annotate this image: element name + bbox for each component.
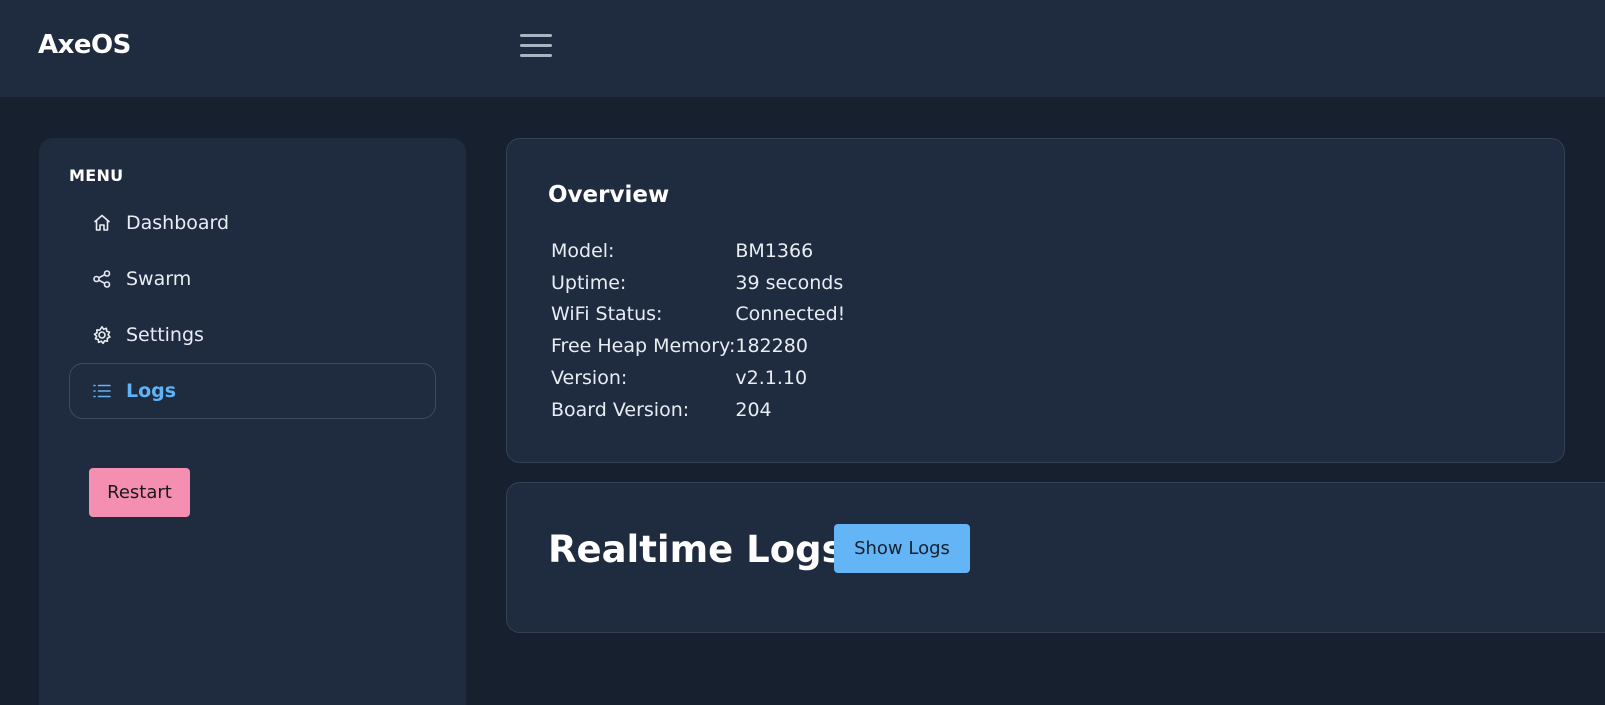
model-label: Model:: [551, 239, 615, 262]
overview-title: Overview: [548, 182, 670, 208]
sidebar-item-settings[interactable]: Settings: [69, 307, 436, 363]
sidebar-nav: Dashboard Swarm Settings Logs: [69, 195, 436, 419]
table-row: WiFi Status: Connected!: [551, 299, 845, 331]
table-row: Uptime: 39 seconds: [551, 267, 845, 299]
overview-card: Overview Model: BM1366 Uptime: 39 second…: [506, 138, 1565, 463]
free-heap-value: 182280: [735, 335, 808, 358]
sidebar-item-label: Swarm: [126, 268, 192, 290]
table-row: Board Version: 204: [551, 394, 845, 426]
overview-table: Model: BM1366 Uptime: 39 seconds WiFi St…: [551, 235, 845, 426]
wifi-status-label: WiFi Status:: [551, 303, 663, 326]
board-version-label: Board Version:: [551, 398, 690, 421]
sidebar-item-swarm[interactable]: Swarm: [69, 251, 436, 307]
sidebar-item-label: Logs: [126, 380, 177, 402]
menu-title: MENU: [69, 166, 124, 185]
version-value: v2.1.10: [735, 367, 808, 390]
sidebar-item-dashboard[interactable]: Dashboard: [69, 195, 436, 251]
hamburger-icon[interactable]: [520, 34, 552, 60]
free-heap-label: Free Heap Memory:: [551, 335, 736, 358]
table-row: Free Heap Memory: 182280: [551, 330, 845, 362]
model-value: BM1366: [735, 239, 814, 262]
uptime-label: Uptime:: [551, 271, 627, 294]
sidebar-item-label: Dashboard: [126, 212, 230, 234]
list-icon: [91, 380, 113, 402]
gear-icon: [91, 324, 113, 346]
version-label: Version:: [551, 367, 628, 390]
sidebar: MENU Dashboard Swarm Settings Logs Resta…: [39, 138, 466, 705]
realtime-logs-card: Realtime Logs Show Logs: [506, 482, 1605, 633]
restart-button[interactable]: Restart: [89, 468, 190, 517]
table-row: Model: BM1366: [551, 235, 845, 267]
brand-logo-text[interactable]: AxeOS: [38, 30, 131, 60]
uptime-value: 39 seconds: [735, 271, 844, 294]
share-icon: [91, 268, 113, 290]
sidebar-item-logs[interactable]: Logs: [69, 363, 436, 419]
realtime-logs-title: Realtime Logs: [548, 528, 844, 571]
home-icon: [91, 212, 113, 234]
sidebar-item-label: Settings: [126, 324, 204, 346]
top-bar: AxeOS: [0, 0, 1605, 97]
board-version-value: 204: [735, 398, 772, 421]
table-row: Version: v2.1.10: [551, 362, 845, 394]
show-logs-button[interactable]: Show Logs: [834, 524, 970, 573]
wifi-status-value: Connected!: [735, 303, 846, 326]
